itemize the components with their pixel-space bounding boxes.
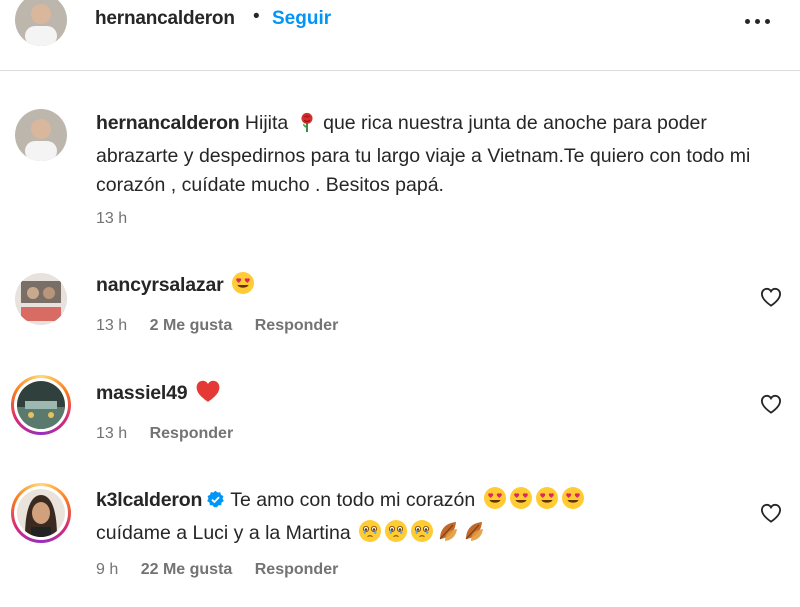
- comment-text: k3lcalderon Te amo con todo mi corazón c…: [96, 486, 776, 552]
- caption-text: hernancalderon Hijita que rica nuestra j…: [96, 109, 776, 200]
- rose-emoji-icon: [296, 111, 318, 142]
- comment-text-line1: Te amo con todo mi corazón: [230, 489, 476, 511]
- like-heart-icon[interactable]: [760, 503, 782, 523]
- follow-button[interactable]: Seguir: [272, 8, 331, 30]
- heart-eyes-emoji-icon: [509, 486, 533, 519]
- comment-likes[interactable]: 2 Me gusta: [150, 317, 233, 334]
- like-heart-icon[interactable]: [760, 394, 782, 414]
- post-author-username[interactable]: hernancalderon: [95, 8, 235, 30]
- reply-button[interactable]: Responder: [255, 317, 339, 334]
- heart-eyes-emoji-icon: [231, 271, 255, 304]
- heart-eyes-emoji-icon: [561, 486, 585, 519]
- like-heart-icon[interactable]: [760, 287, 782, 307]
- reply-button[interactable]: Responder: [255, 561, 339, 578]
- comment-timestamp[interactable]: 9 h: [96, 561, 118, 578]
- more-options-icon[interactable]: [743, 11, 773, 31]
- teary-emoji-icon: [410, 519, 434, 552]
- comment-text: nancyrsalazar: [96, 271, 776, 304]
- teary-emoji-icon: [384, 519, 408, 552]
- comment-likes[interactable]: 22 Me gusta: [141, 561, 233, 578]
- teary-emoji-icon: [358, 519, 382, 552]
- avatar[interactable]: [15, 109, 67, 161]
- heart-eyes-emoji-icon: [535, 486, 559, 519]
- leaves-emoji-icon: [436, 519, 460, 552]
- verified-badge-icon: [206, 489, 225, 518]
- caption-meta: 13 h: [96, 210, 145, 228]
- story-ring-avatar[interactable]: [11, 375, 71, 435]
- avatar[interactable]: [15, 273, 67, 325]
- reply-button[interactable]: Responder: [150, 425, 234, 442]
- comment-username[interactable]: massiel49: [96, 382, 188, 404]
- comment-meta: 9 h 22 Me gusta Responder: [96, 561, 338, 579]
- post-header: hernancalderon • Seguir: [0, 0, 800, 71]
- caption-text-part1: Hijita: [244, 112, 289, 134]
- comment-timestamp[interactable]: 13 h: [96, 317, 127, 334]
- comment-meta: 13 h 2 Me gusta Responder: [96, 317, 338, 335]
- comment-text: massiel49: [96, 379, 776, 412]
- leaves-emoji-icon: [462, 519, 486, 552]
- comment-meta: 13 h Responder: [96, 425, 233, 443]
- caption-username[interactable]: hernancalderon: [96, 112, 240, 134]
- comment-username[interactable]: k3lcalderon: [96, 489, 202, 511]
- story-ring-avatar[interactable]: [11, 483, 71, 543]
- separator-dot: •: [253, 6, 260, 27]
- comment-text-line2: cuídame a Luci y a la Martina: [96, 522, 351, 544]
- heart-eyes-emoji-icon: [483, 486, 507, 519]
- comment-username[interactable]: nancyrsalazar: [96, 274, 224, 296]
- avatar[interactable]: [15, 0, 67, 46]
- comment-timestamp[interactable]: 13 h: [96, 425, 127, 442]
- red-heart-emoji-icon: [195, 379, 221, 412]
- caption-timestamp[interactable]: 13 h: [96, 210, 127, 227]
